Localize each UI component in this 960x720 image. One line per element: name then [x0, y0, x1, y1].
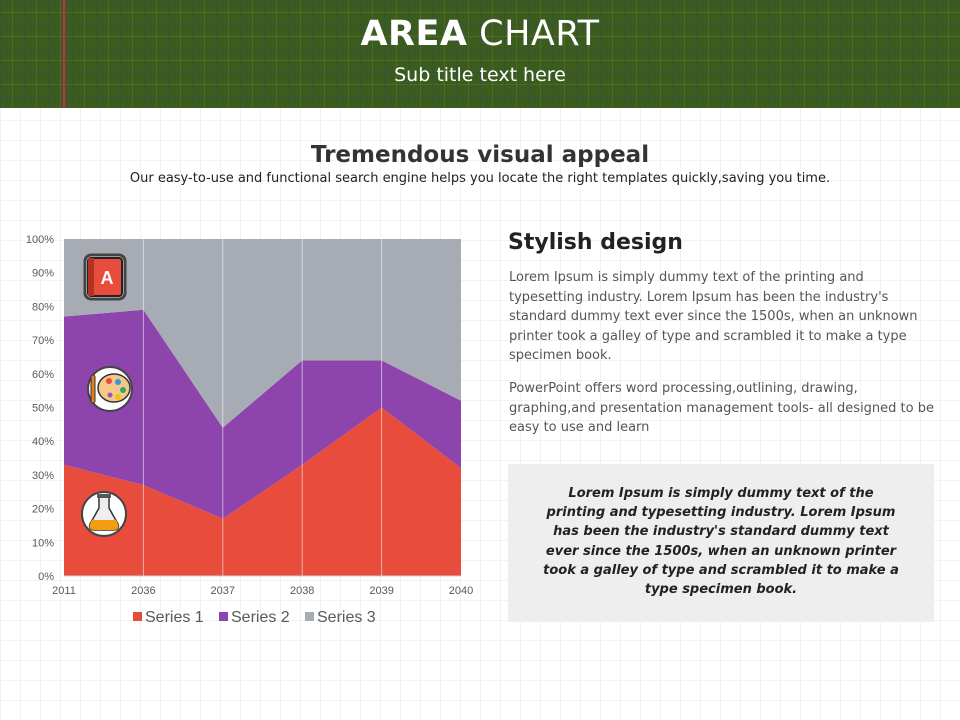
page-title-bold: AREA: [360, 14, 468, 54]
right-heading: Stylish design: [508, 230, 683, 255]
legend-label: Series 1: [145, 609, 204, 626]
x-tick-label: 2039: [369, 585, 393, 597]
y-tick-label: 100%: [26, 234, 54, 246]
area-chart: 0% 10% 20% 30% 40% 50% 60% 70% 80% 90% 100% 2011 20…: [26, 234, 473, 626]
legend-label: Series 2: [231, 609, 290, 626]
legend-swatch: [133, 612, 142, 621]
book-a-icon: A: [83, 253, 127, 301]
body-paragraph-1: Lorem Ipsum is simply dummy text of the …: [509, 270, 918, 363]
y-tick-label: 10%: [32, 537, 54, 549]
y-tick-label: 20%: [32, 504, 54, 516]
x-tick-label: 2037: [211, 585, 235, 597]
section-description: Our easy-to-use and functional search en…: [129, 171, 831, 186]
page-subtitle: Sub title text here: [394, 64, 566, 86]
x-tick-label: 2038: [290, 585, 314, 597]
y-tick-label: 40%: [32, 436, 54, 448]
x-tick-label: 2040: [449, 585, 473, 597]
flask-icon: [81, 491, 127, 537]
legend-swatch: [305, 612, 314, 621]
quote-text: Lorem Ipsum is simply dummy text of the …: [543, 486, 899, 598]
y-tick-label: 80%: [32, 301, 54, 313]
y-tick-label: 30%: [32, 470, 54, 482]
x-tick-label: 2036: [131, 585, 155, 597]
palette-icon: [87, 366, 133, 412]
y-tick-label: 70%: [32, 335, 54, 347]
svg-text:A: A: [101, 268, 114, 288]
page-title-light: CHART: [479, 14, 600, 54]
y-tick-label: 50%: [32, 403, 54, 415]
section-title: Tremendous visual appeal: [310, 142, 650, 168]
page-title: AREA CHART: [0, 14, 960, 54]
legend-swatch: [219, 612, 228, 621]
quote-box: Lorem Ipsum is simply dummy text of the …: [508, 464, 934, 622]
y-tick-label: 0%: [38, 571, 54, 583]
y-tick-label: 90%: [32, 268, 54, 280]
legend-label: Series 3: [317, 609, 376, 626]
body-paragraph-2: PowerPoint offers word processing,outlin…: [509, 381, 934, 435]
x-tick-label: 2011: [52, 585, 76, 597]
title-banner: AREA CHART Sub title text here: [0, 0, 960, 108]
y-tick-label: 60%: [32, 369, 54, 381]
